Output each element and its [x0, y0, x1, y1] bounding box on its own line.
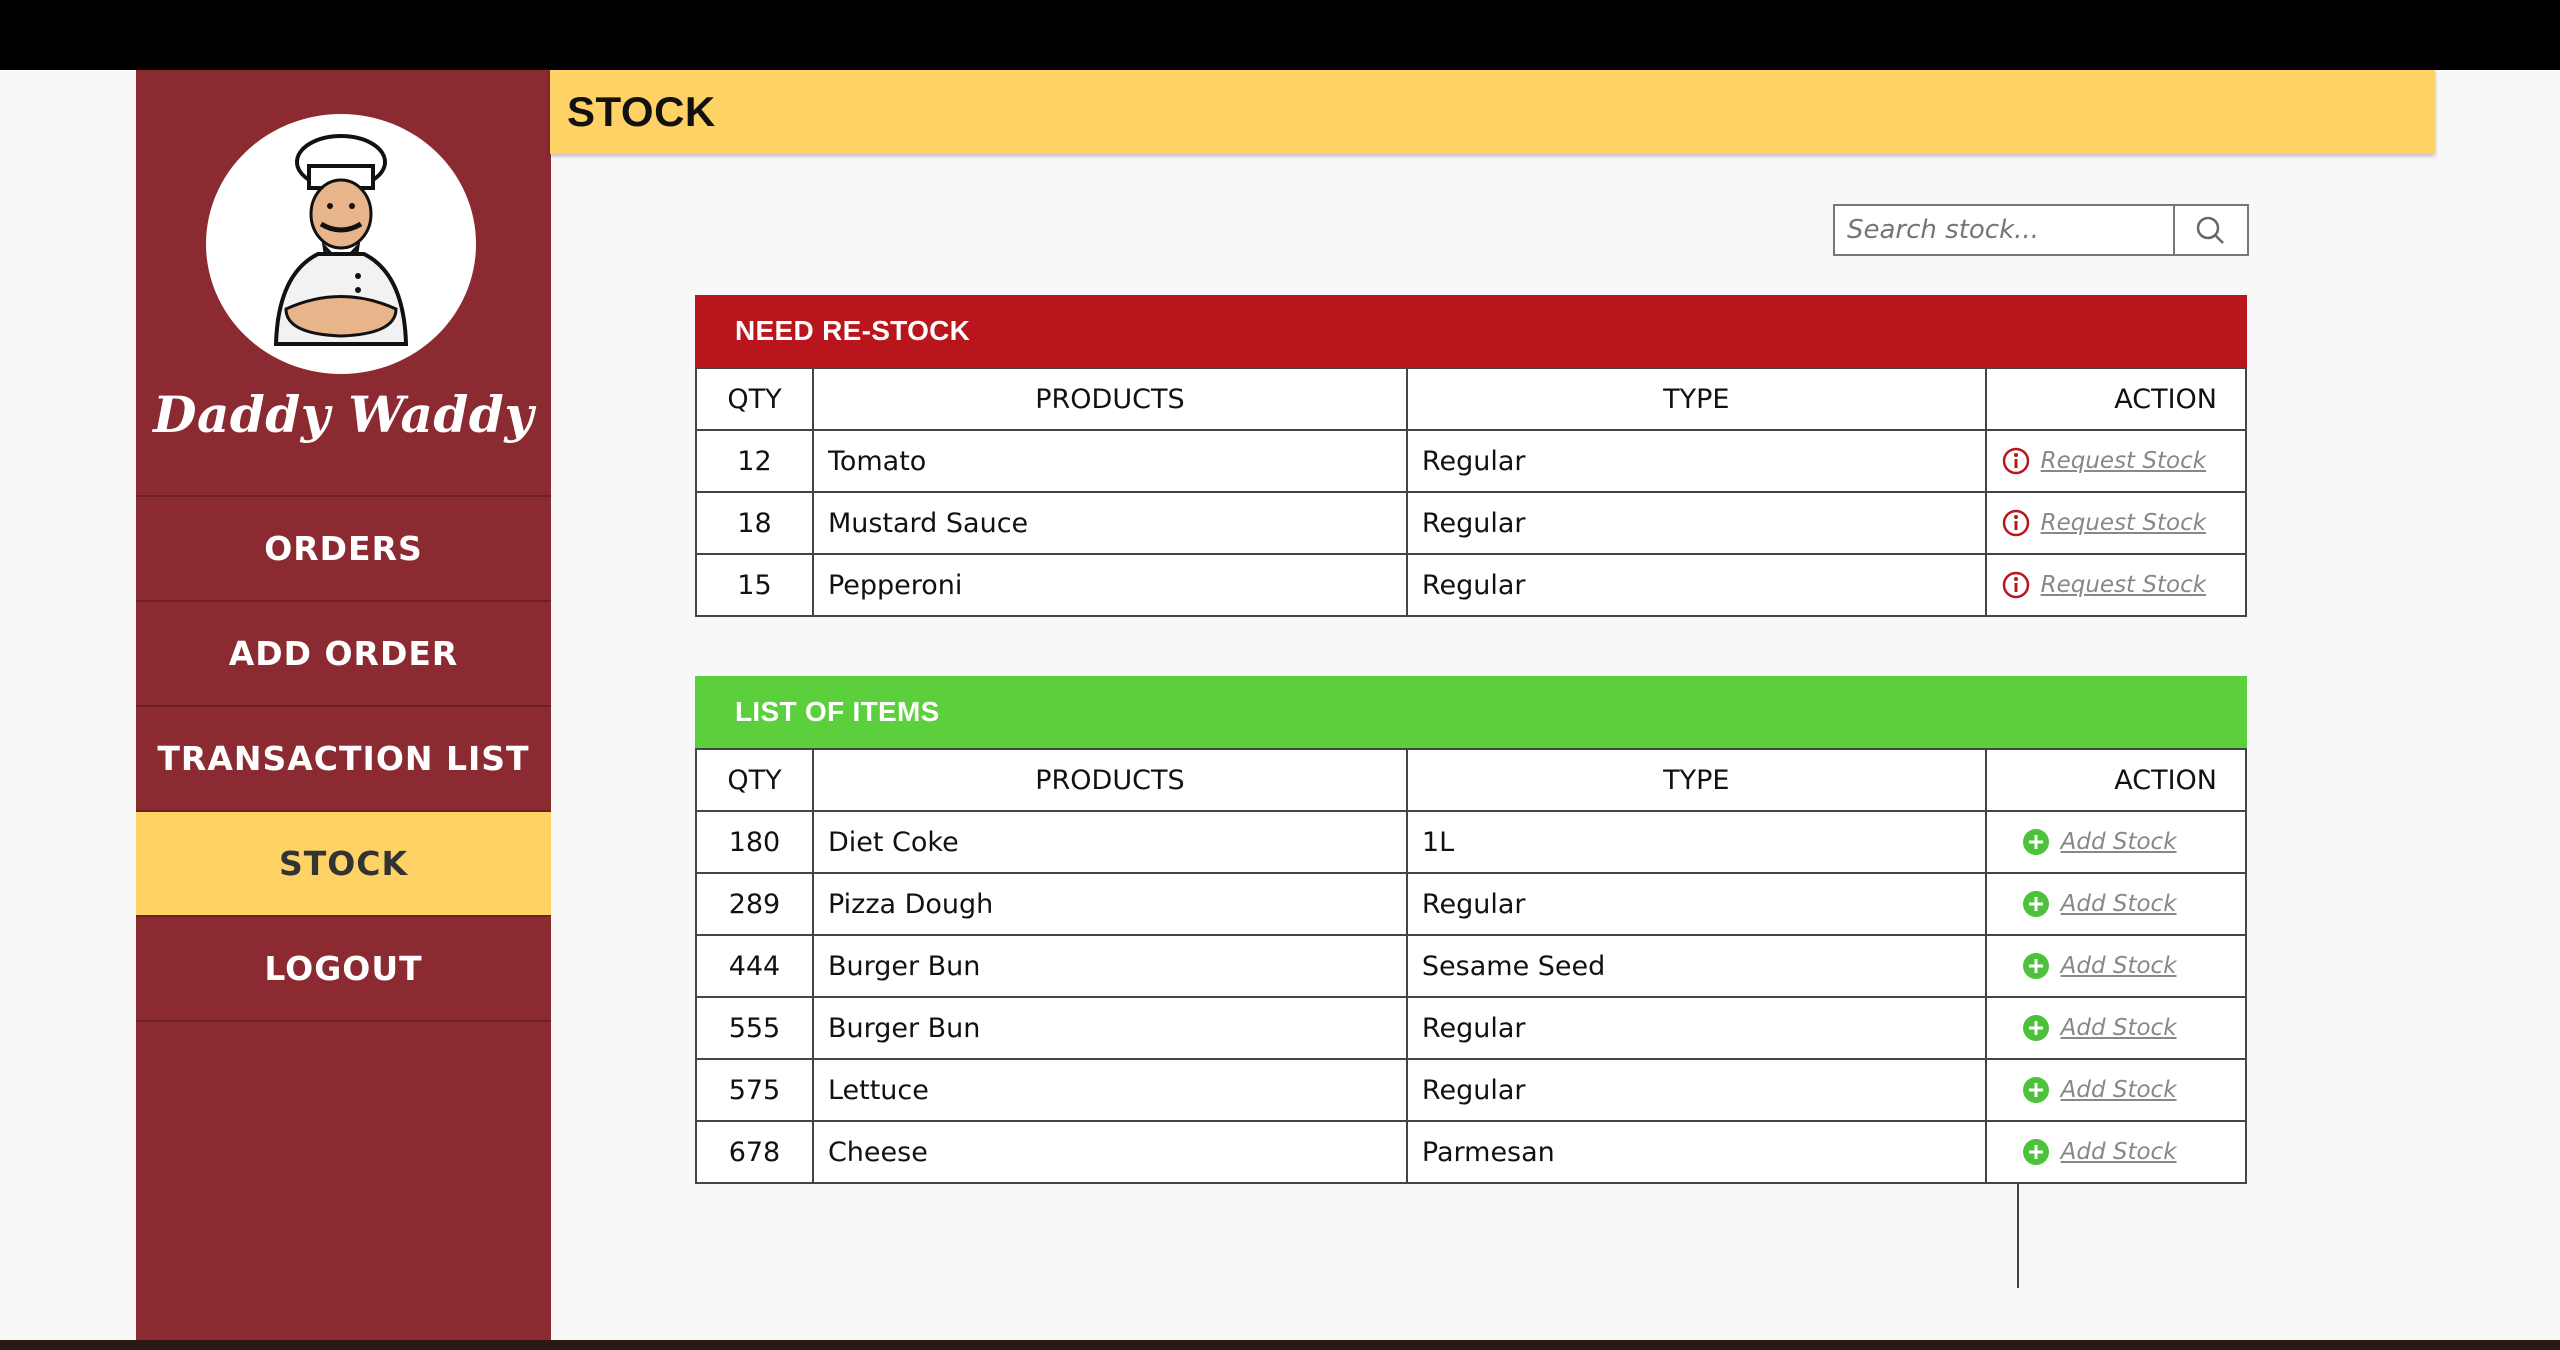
table-row: 555 Burger Bun Regular Add Stock: [695, 996, 2248, 1060]
col-qty: QTY: [695, 748, 814, 812]
table-row: 575 Lettuce Regular Add Stock: [695, 1058, 2248, 1122]
add-stock-link[interactable]: Add Stock: [2061, 1139, 2177, 1165]
qty-cell: 180: [695, 810, 814, 874]
qty-cell: 575: [695, 1058, 814, 1122]
qty-cell: 18: [695, 491, 814, 555]
type-cell: 1L: [1405, 810, 1987, 874]
action-cell: Request Stock: [1984, 429, 2248, 493]
table-row: 18 Mustard Sauce Regular Request Stock: [695, 491, 2248, 555]
type-cell: Regular: [1405, 429, 1987, 493]
chef-logo: [206, 114, 476, 374]
nav-item-logout[interactable]: LOGOUT: [136, 915, 551, 1022]
info-icon: [2002, 447, 2029, 475]
info-icon: [2002, 571, 2029, 599]
product-cell: Diet Coke: [811, 810, 1408, 874]
search-button[interactable]: [2175, 206, 2245, 254]
restock-section: NEED RE-STOCK QTY PRODUCTS TYPE ACTION 1…: [695, 295, 2248, 617]
product-cell: Tomato: [811, 429, 1408, 493]
col-products: PRODUCTS: [811, 748, 1408, 812]
plus-circle-icon: [2022, 891, 2049, 917]
qty-cell: 15: [695, 553, 814, 617]
plus-circle-icon: [2022, 1139, 2049, 1165]
action-cell: Request Stock: [1984, 491, 2248, 555]
page-title: STOCK: [567, 88, 716, 135]
product-cell: Burger Bun: [811, 996, 1408, 1060]
product-cell: Mustard Sauce: [811, 491, 1408, 555]
add-stock-link[interactable]: Add Stock: [2061, 953, 2177, 979]
product-cell: Lettuce: [811, 1058, 1408, 1122]
action-cell: Add Stock: [1984, 810, 2248, 874]
sidebar: Daddy Waddy ORDERS ADD ORDER TRANSACTION…: [136, 70, 551, 1340]
info-icon: [2002, 509, 2029, 537]
search-icon: [2196, 216, 2224, 244]
type-cell: Regular: [1405, 872, 1987, 936]
action-cell: Add Stock: [1984, 872, 2248, 936]
col-products: PRODUCTS: [811, 367, 1408, 431]
type-cell: Parmesan: [1405, 1120, 1987, 1184]
nav-item-transaction-list[interactable]: TRANSACTION LIST: [136, 705, 551, 810]
col-qty: QTY: [695, 367, 814, 431]
product-cell: Cheese: [811, 1120, 1408, 1184]
product-cell: Pizza Dough: [811, 872, 1408, 936]
product-cell: Pepperoni: [811, 553, 1408, 617]
qty-cell: 444: [695, 934, 814, 998]
type-cell: Regular: [1405, 553, 1987, 617]
col-action: ACTION: [1984, 748, 2248, 812]
action-cell: Add Stock: [1984, 1120, 2248, 1184]
type-cell: Regular: [1405, 491, 1987, 555]
plus-circle-icon: [2022, 829, 2049, 855]
nav-item-add-order[interactable]: ADD ORDER: [136, 600, 551, 705]
restock-table: QTY PRODUCTS TYPE ACTION 12 Tomato Regul…: [695, 367, 2248, 617]
column-divider: [2017, 1183, 2019, 1288]
qty-cell: 555: [695, 996, 814, 1060]
request-stock-link[interactable]: Request Stock: [2041, 510, 2206, 536]
nav-item-orders[interactable]: ORDERS: [136, 495, 551, 600]
add-stock-link[interactable]: Add Stock: [2061, 1077, 2177, 1103]
type-cell: Sesame Seed: [1405, 934, 1987, 998]
background-strip: [0, 1340, 2560, 1350]
table-row: 289 Pizza Dough Regular Add Stock: [695, 872, 2248, 936]
col-type: TYPE: [1405, 367, 1987, 431]
add-stock-link[interactable]: Add Stock: [2061, 1015, 2177, 1041]
table-row: 15 Pepperoni Regular Request Stock: [695, 553, 2248, 617]
qty-cell: 12: [695, 429, 814, 493]
qty-cell: 678: [695, 1120, 814, 1184]
plus-circle-icon: [2022, 953, 2049, 979]
plus-circle-icon: [2022, 1077, 2049, 1103]
nav-item-stock[interactable]: STOCK: [136, 810, 551, 915]
action-cell: Add Stock: [1984, 1058, 2248, 1122]
request-stock-link[interactable]: Request Stock: [2041, 572, 2206, 598]
page: Daddy Waddy ORDERS ADD ORDER TRANSACTION…: [0, 70, 2560, 1340]
product-cell: Burger Bun: [811, 934, 1408, 998]
qty-cell: 289: [695, 872, 814, 936]
request-stock-link[interactable]: Request Stock: [2041, 448, 2206, 474]
type-cell: Regular: [1405, 996, 1987, 1060]
search-box: [1833, 204, 2249, 256]
table-header-row: QTY PRODUCTS TYPE ACTION: [695, 748, 2248, 812]
brand-name: Daddy Waddy: [153, 385, 534, 444]
action-cell: Add Stock: [1984, 996, 2248, 1060]
col-action: ACTION: [1984, 367, 2248, 431]
chef-icon: [273, 134, 409, 346]
col-type: TYPE: [1405, 748, 1987, 812]
table-header-row: QTY PRODUCTS TYPE ACTION: [695, 367, 2248, 431]
table-row: 678 Cheese Parmesan Add Stock: [695, 1120, 2248, 1184]
items-table: QTY PRODUCTS TYPE ACTION 180 Diet Coke 1…: [695, 748, 2248, 1184]
restock-title: NEED RE-STOCK: [695, 295, 2247, 367]
plus-circle-icon: [2022, 1015, 2049, 1041]
action-cell: Add Stock: [1984, 934, 2248, 998]
table-row: 180 Diet Coke 1L Add Stock: [695, 810, 2248, 874]
add-stock-link[interactable]: Add Stock: [2061, 829, 2177, 855]
add-stock-link[interactable]: Add Stock: [2061, 891, 2177, 917]
items-title: LIST OF ITEMS: [695, 676, 2247, 748]
table-row: 12 Tomato Regular Request Stock: [695, 429, 2248, 493]
action-cell: Request Stock: [1984, 553, 2248, 617]
page-header: STOCK: [550, 70, 2435, 154]
sidebar-nav: ORDERS ADD ORDER TRANSACTION LIST STOCK …: [136, 495, 551, 1022]
table-row: 444 Burger Bun Sesame Seed Add Stock: [695, 934, 2248, 998]
search-input[interactable]: [1835, 206, 2175, 254]
items-section: LIST OF ITEMS QTY PRODUCTS TYPE ACTION 1…: [695, 676, 2248, 1184]
type-cell: Regular: [1405, 1058, 1987, 1122]
